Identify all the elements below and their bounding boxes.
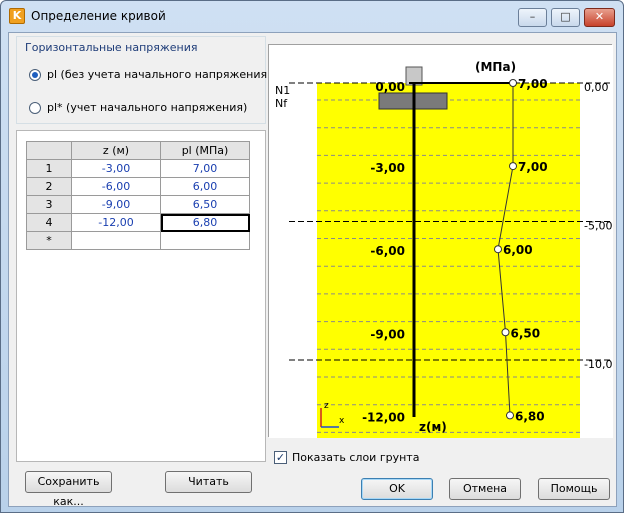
depth-label-left: -3,00 [370,161,405,175]
depth-label-right: -10,00 [584,358,613,371]
data-label: 6,50 [511,326,541,340]
depth-label-right: 0,00 [584,81,609,94]
show-layers-checkbox[interactable]: ✓ [274,451,287,464]
cell-pl[interactable]: 7,00 [160,159,250,178]
data-label: 7,00 [518,77,548,91]
column-header-pl[interactable]: pl (МПа) [160,141,250,160]
table-corner-cell [26,141,72,160]
save-as-button[interactable]: Сохранить как... [25,471,112,508]
data-point [501,328,510,337]
row-header[interactable]: 4 [26,213,72,232]
group-title: Горизонтальные напряжения [25,41,198,54]
cell-z[interactable]: -3,00 [71,159,161,178]
depth-label-left: 0,00 [375,80,405,94]
data-point [509,79,517,87]
table-row: 3 -9,00 6,50 [26,195,250,214]
depth-label-left: -6,00 [370,244,405,258]
cell-z[interactable]: -12,00 [71,213,161,232]
app-logo-icon: K [9,8,25,24]
data-label: 6,80 [515,409,545,423]
cancel-button[interactable]: Отмена [449,478,521,500]
ok-button[interactable]: OK [361,478,433,500]
cell-z[interactable] [71,231,161,250]
pressure-chart: N1 Nf (МПа) 0,00 -3,00 -6,00 -9,00 -12,00 0,… [269,45,619,438]
radio-pl-dot[interactable] [29,69,41,81]
table-row: 1 -3,00 7,00 [26,159,250,178]
layer-label-nf: Nf [275,97,288,110]
data-point [509,162,517,171]
title-bar[interactable]: K Определение кривой – □ ✕ [1,1,623,31]
cell-pl-selected[interactable]: 6,80 [160,213,250,232]
window-title: Определение кривой [31,9,166,23]
row-header[interactable]: 1 [26,159,72,178]
data-table-panel: z (м) pl (МПа) 1 -3,00 7,00 2 -6,00 6,00… [16,130,266,462]
column-header-z[interactable]: z (м) [71,141,161,160]
row-header[interactable]: 2 [26,177,72,196]
row-header-new[interactable]: * [26,231,72,250]
radio-pl[interactable]: pl (без учета начального напряжения) [29,67,271,83]
table-row: 2 -6,00 6,00 [26,177,250,196]
horizontal-stress-group: Горизонтальные напряжения pl (без учета … [16,36,271,124]
help-button[interactable]: Помощь [538,478,610,500]
soil-layer-area [317,83,580,438]
radio-pl-star-label: pl* (учет начального напряжения) [47,101,248,114]
axis-z-letter: z [324,401,329,411]
radio-pl-star-dot[interactable] [29,102,41,114]
row-header[interactable]: 3 [26,195,72,214]
depth-label-left: -12,00 [362,410,405,424]
radio-pl-label: pl (без учета начального напряжения) [47,68,272,81]
dialog-client-area: Горизонтальные напряжения pl (без учета … [8,32,619,508]
cell-pl[interactable]: 6,50 [160,195,250,214]
minimize-button[interactable]: – [518,8,547,27]
dialog-window: K Определение кривой – □ ✕ Горизонтальны… [0,0,624,513]
show-layers-label: Показать слои грунта [292,451,420,464]
close-button[interactable]: ✕ [584,8,615,27]
table-header-row: z (м) pl (МПа) [26,141,250,160]
table-row: 4 -12,00 6,80 [26,213,250,232]
read-button[interactable]: Читать [165,471,252,493]
data-table: z (м) pl (МПа) 1 -3,00 7,00 2 -6,00 6,00… [26,141,250,250]
layer-label-n1: N1 [275,84,290,97]
cell-z[interactable]: -9,00 [71,195,161,214]
data-point [506,411,514,420]
z-axis-label: z(м) [419,420,447,434]
maximize-button[interactable]: □ [551,8,580,27]
cell-z[interactable]: -6,00 [71,177,161,196]
data-label: 7,00 [518,160,548,174]
depth-label-left: -9,00 [370,327,405,341]
unit-label: (МПа) [475,60,516,74]
cell-pl[interactable]: 6,00 [160,177,250,196]
depth-label-right: -5,00 [584,220,612,233]
table-row-new: * [26,231,250,250]
chart-panel: N1 Nf (МПа) 0,00 -3,00 -6,00 -9,00 -12,00 0,… [268,44,619,438]
radio-pl-star[interactable]: pl* (учет начального напряжения) [29,100,259,116]
axis-x-letter: x [339,416,345,426]
data-label: 6,00 [503,243,533,257]
cell-pl[interactable] [160,231,250,250]
data-point [494,245,502,254]
